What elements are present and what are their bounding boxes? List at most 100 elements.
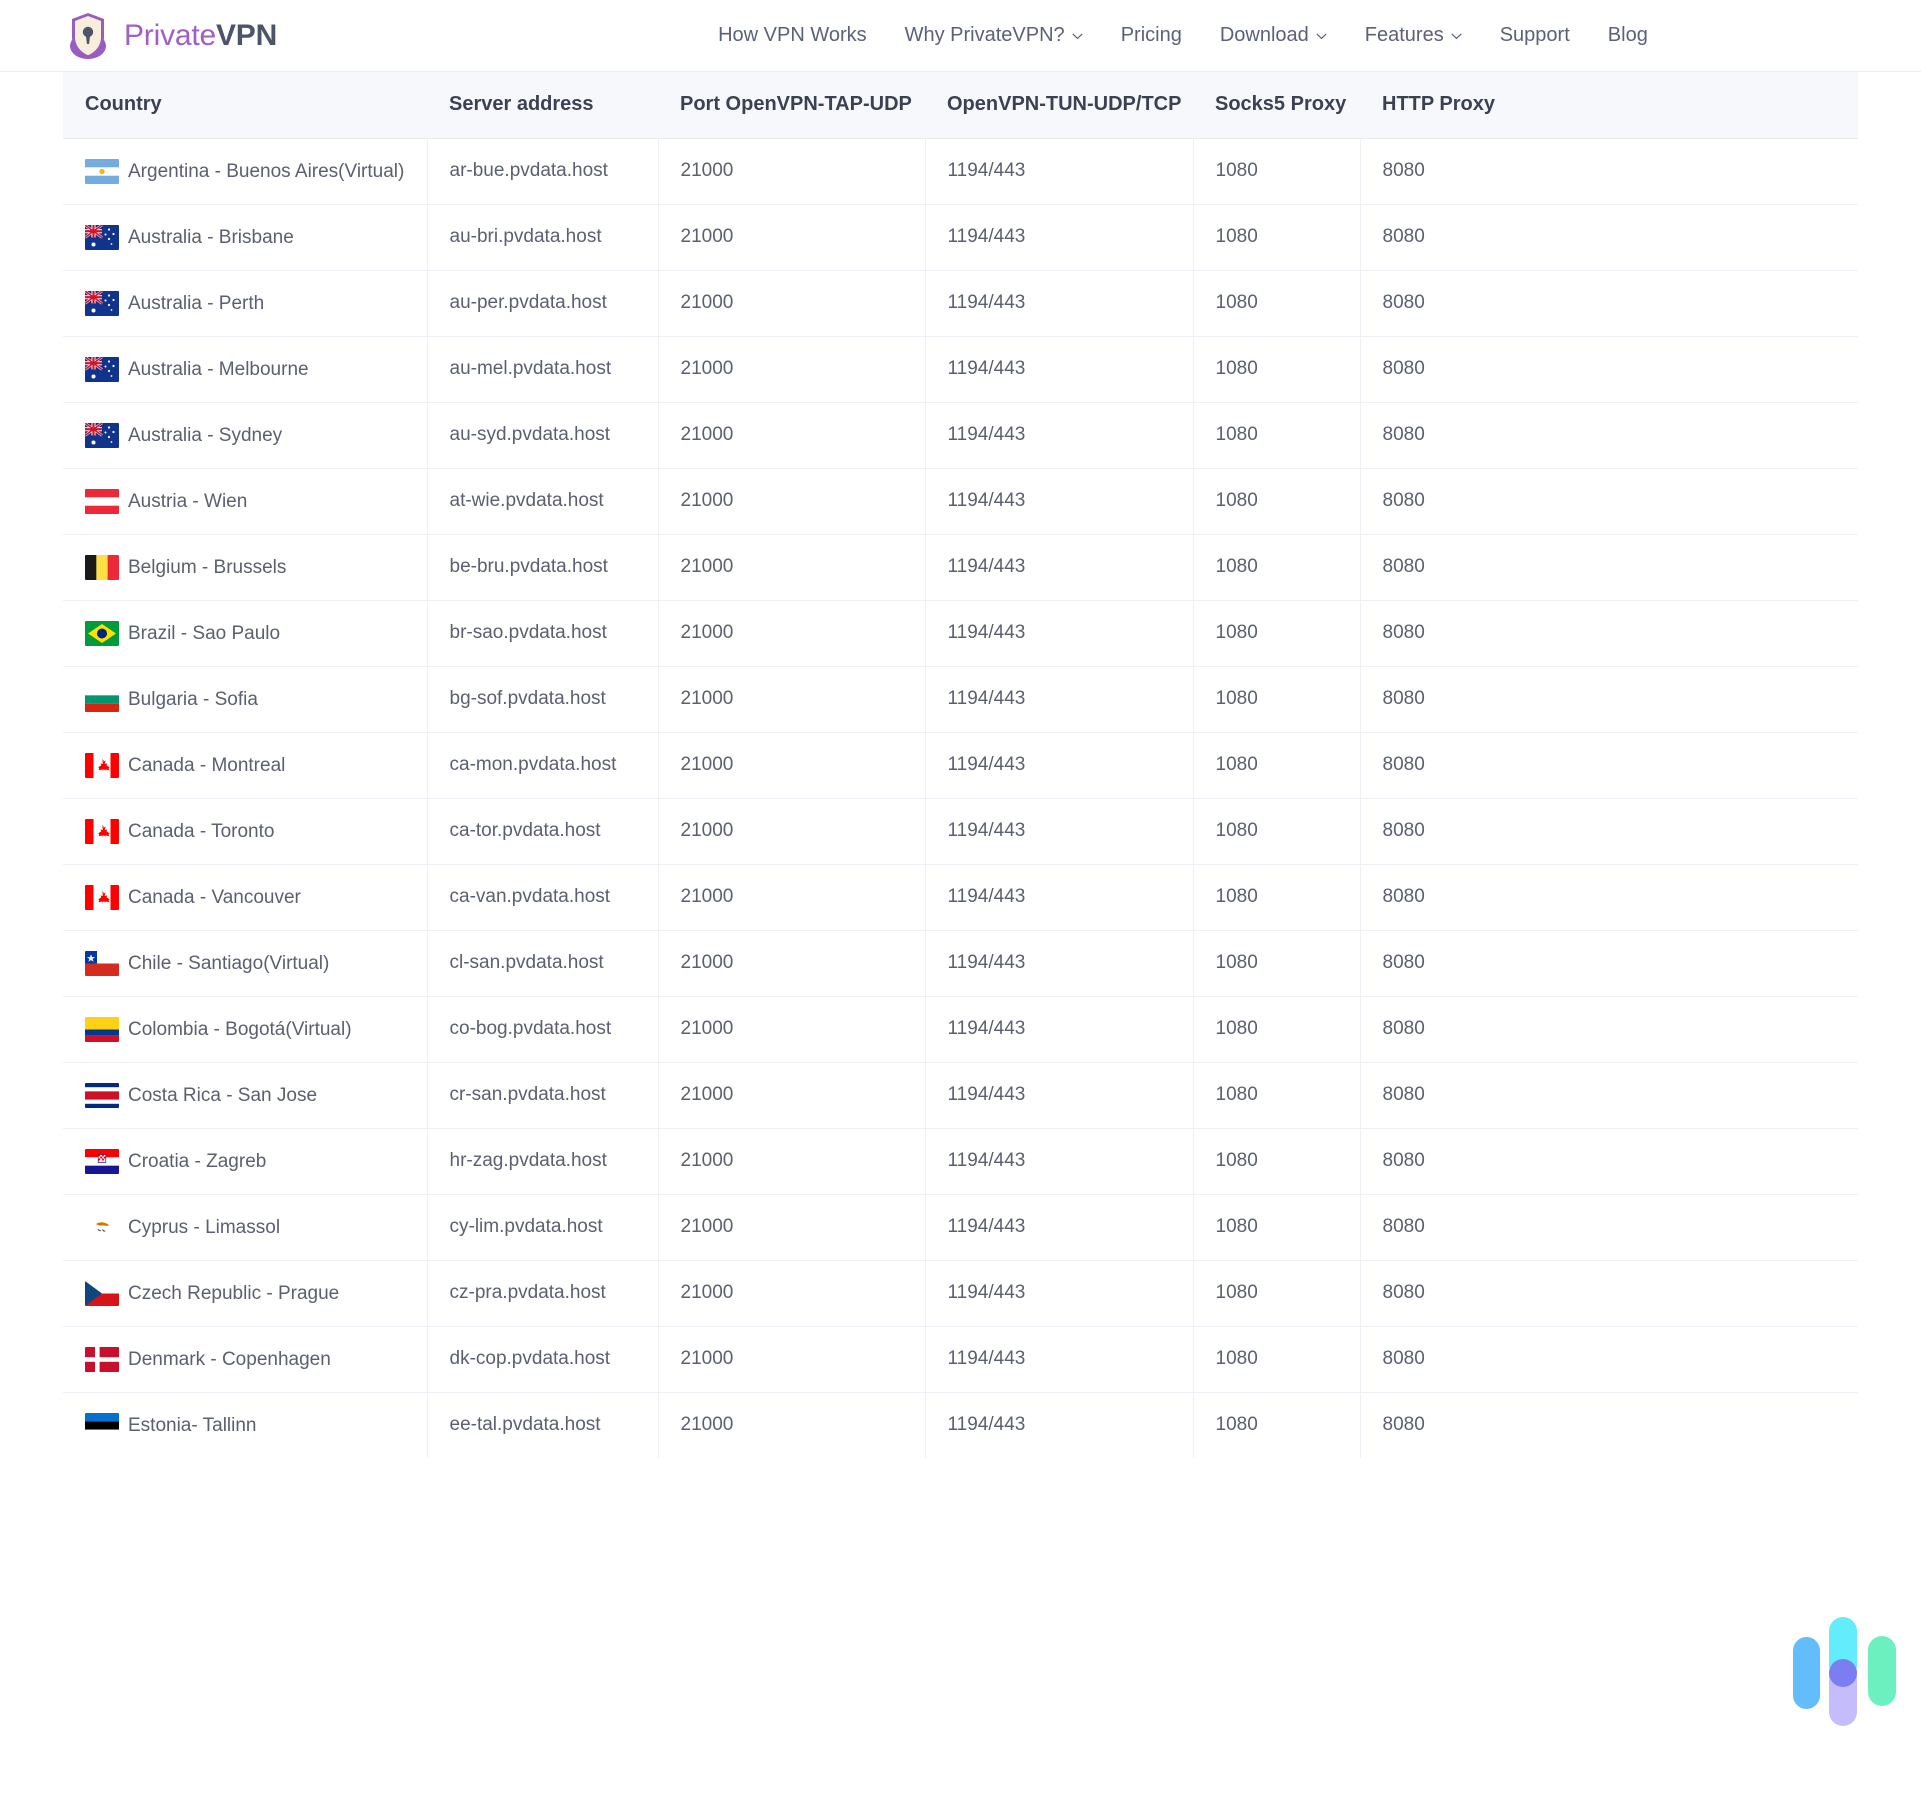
cell-country: Australia - Melbourne (63, 336, 427, 402)
nav-item-support[interactable]: Support (1481, 24, 1589, 47)
cell-country: Colombia - Bogotá(Virtual) (63, 996, 427, 1062)
table-row: Bulgaria - Sofiabg-sof.pvdata.host210001… (63, 666, 1858, 732)
cell-socks5-proxy: 1080 (1193, 732, 1360, 798)
cell-server-address: au-mel.pvdata.host (427, 336, 658, 402)
cell-http-proxy: 8080 (1360, 864, 1858, 930)
cell-port-tap-udp: 21000 (658, 864, 925, 930)
cell-http-proxy: 8080 (1360, 270, 1858, 336)
brand-name-part-2: VPN (216, 19, 277, 52)
cell-country: Estonia- Tallinn (63, 1392, 427, 1458)
country-cell: Argentina - Buenos Aires(Virtual) (85, 159, 427, 184)
flag-be-icon (85, 555, 119, 580)
cell-socks5-proxy: 1080 (1193, 996, 1360, 1062)
cell-socks5-proxy: 1080 (1193, 534, 1360, 600)
cell-port-tap-udp: 21000 (658, 996, 925, 1062)
cell-http-proxy: 8080 (1360, 1194, 1858, 1260)
country-name: Canada - Montreal (128, 756, 285, 775)
table-row: Belgium - Brusselsbe-bru.pvdata.host2100… (63, 534, 1858, 600)
nav-item-label: Support (1500, 24, 1570, 47)
cell-openvpn-tun: 1194/443 (925, 798, 1193, 864)
nav-item-label: Pricing (1121, 24, 1182, 47)
cell-openvpn-tun: 1194/443 (925, 402, 1193, 468)
cell-socks5-proxy: 1080 (1193, 1260, 1360, 1326)
cell-server-address: au-syd.pvdata.host (427, 402, 658, 468)
cell-http-proxy: 8080 (1360, 600, 1858, 666)
country-name: Bulgaria - Sofia (128, 690, 258, 709)
nav-item-why-privatevpn[interactable]: Why PrivateVPN? (886, 24, 1102, 47)
country-cell: Australia - Sydney (85, 423, 427, 448)
country-cell: Croatia - Zagreb (85, 1149, 427, 1174)
cell-openvpn-tun: 1194/443 (925, 1128, 1193, 1194)
cell-http-proxy: 8080 (1360, 996, 1858, 1062)
cell-openvpn-tun: 1194/443 (925, 468, 1193, 534)
table-row: Australia - Perthau-per.pvdata.host21000… (63, 270, 1858, 336)
table-row: Denmark - Copenhagendk-cop.pvdata.host21… (63, 1326, 1858, 1392)
cell-server-address: co-bog.pvdata.host (427, 996, 658, 1062)
cell-http-proxy: 8080 (1360, 1062, 1858, 1128)
column-header-socks5-proxy: Socks5 Proxy (1193, 72, 1360, 138)
country-name: Australia - Sydney (128, 426, 282, 445)
cell-openvpn-tun: 1194/443 (925, 996, 1193, 1062)
country-cell: Australia - Melbourne (85, 357, 427, 382)
table-header-row: Country Server address Port OpenVPN-TAP-… (63, 72, 1858, 138)
table-row: Argentina - Buenos Aires(Virtual)ar-bue.… (63, 138, 1858, 204)
table-row: Croatia - Zagrebhr-zag.pvdata.host210001… (63, 1128, 1858, 1194)
flag-au-icon (85, 357, 119, 382)
cell-http-proxy: 8080 (1360, 1392, 1858, 1458)
nav-item-pricing[interactable]: Pricing (1102, 24, 1201, 47)
nav-item-how-vpn-works[interactable]: How VPN Works (699, 24, 886, 47)
flag-cy-icon (85, 1215, 119, 1240)
cell-country: Canada - Vancouver (63, 864, 427, 930)
cell-country: Brazil - Sao Paulo (63, 600, 427, 666)
cell-socks5-proxy: 1080 (1193, 930, 1360, 996)
country-cell: Czech Republic - Prague (85, 1281, 427, 1306)
server-list-table: Country Server address Port OpenVPN-TAP-… (63, 72, 1858, 1458)
cell-server-address: ca-mon.pvdata.host (427, 732, 658, 798)
cell-server-address: bg-sof.pvdata.host (427, 666, 658, 732)
table-row: Costa Rica - San Josecr-san.pvdata.host2… (63, 1062, 1858, 1128)
table-header: Country Server address Port OpenVPN-TAP-… (63, 72, 1858, 138)
cell-socks5-proxy: 1080 (1193, 336, 1360, 402)
country-name: Australia - Melbourne (128, 360, 309, 379)
country-cell: Canada - Montreal (85, 753, 427, 778)
cell-port-tap-udp: 21000 (658, 600, 925, 666)
cell-port-tap-udp: 21000 (658, 138, 925, 204)
cell-country: Costa Rica - San Jose (63, 1062, 427, 1128)
cell-port-tap-udp: 21000 (658, 1128, 925, 1194)
flag-co-icon (85, 1017, 119, 1042)
chevron-down-icon (1316, 33, 1327, 40)
nav-item-blog[interactable]: Blog (1589, 24, 1648, 47)
cell-country: Czech Republic - Prague (63, 1260, 427, 1326)
country-name: Chile - Santiago(Virtual) (128, 954, 329, 973)
table-row: Canada - Vancouverca-van.pvdata.host2100… (63, 864, 1858, 930)
country-name: Belgium - Brussels (128, 558, 286, 577)
flag-au-icon (85, 423, 119, 448)
cell-server-address: au-per.pvdata.host (427, 270, 658, 336)
cell-port-tap-udp: 21000 (658, 1326, 925, 1392)
chat-bars-widget-icon[interactable] (1793, 1613, 1901, 1728)
cell-http-proxy: 8080 (1360, 1128, 1858, 1194)
nav-item-download[interactable]: Download (1201, 24, 1346, 47)
cell-openvpn-tun: 1194/443 (925, 1326, 1193, 1392)
table-row: Czech Republic - Praguecz-pra.pvdata.hos… (63, 1260, 1858, 1326)
cell-server-address: dk-cop.pvdata.host (427, 1326, 658, 1392)
cell-openvpn-tun: 1194/443 (925, 1392, 1193, 1458)
cell-country: Croatia - Zagreb (63, 1128, 427, 1194)
cell-server-address: be-bru.pvdata.host (427, 534, 658, 600)
cell-socks5-proxy: 1080 (1193, 1128, 1360, 1194)
country-cell: Costa Rica - San Jose (85, 1083, 427, 1108)
column-header-openvpn-tun-udp-tcp: OpenVPN-TUN-UDP/TCP (925, 72, 1193, 138)
cell-openvpn-tun: 1194/443 (925, 732, 1193, 798)
cell-country: Denmark - Copenhagen (63, 1326, 427, 1392)
nav-item-features[interactable]: Features (1346, 24, 1481, 47)
cell-country: Chile - Santiago(Virtual) (63, 930, 427, 996)
cell-country: Bulgaria - Sofia (63, 666, 427, 732)
country-name: Cyprus - Limassol (128, 1218, 280, 1237)
cell-http-proxy: 8080 (1360, 798, 1858, 864)
cell-socks5-proxy: 1080 (1193, 1062, 1360, 1128)
cell-country: Australia - Brisbane (63, 204, 427, 270)
brand-logo-link[interactable]: PrivateVPN (62, 10, 277, 62)
country-name: Costa Rica - San Jose (128, 1086, 317, 1105)
country-name: Australia - Perth (128, 294, 264, 313)
chevron-down-icon (1451, 33, 1462, 40)
